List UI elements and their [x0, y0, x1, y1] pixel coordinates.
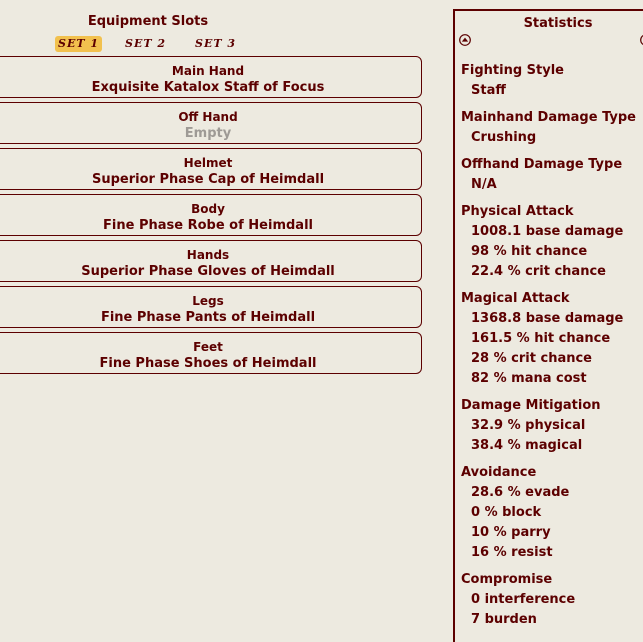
stat-heading: Physical Attack: [461, 204, 574, 219]
statistics-title: Statistics: [523, 16, 593, 31]
slot-main-hand[interactable]: Main Hand Exquisite Katalox Staff of Foc…: [0, 56, 422, 98]
slot-item: Superior Phase Gloves of Heimdall: [81, 264, 335, 279]
stat-value: 7 burden: [471, 612, 537, 627]
slot-item: Fine Phase Pants of Heimdall: [100, 310, 316, 325]
stat-value: 22.4 % crit chance: [471, 264, 606, 279]
slot-name: Body: [191, 202, 225, 216]
stat-value: Staff: [471, 83, 506, 98]
slot-name: Feet: [193, 340, 223, 354]
slot-item: Empty: [184, 126, 232, 141]
stat-value: 1008.1 base damage: [471, 224, 624, 239]
slot-helmet[interactable]: Helmet Superior Phase Cap of Heimdall: [0, 148, 422, 190]
slot-name: Legs: [192, 294, 224, 308]
stat-heading: Compromise: [461, 572, 553, 587]
stat-value: N/A: [471, 177, 497, 192]
stat-value: 28 % crit chance: [471, 351, 592, 366]
stat-value: 10 % parry: [471, 525, 551, 540]
set-tab-1[interactable]: SET 1: [55, 36, 102, 52]
slot-item: Fine Phase Robe of Heimdall: [103, 218, 313, 233]
stat-value: 98 % hit chance: [471, 244, 588, 259]
slot-item: Superior Phase Cap of Heimdall: [91, 172, 325, 187]
stat-value: 0 % block: [471, 505, 542, 520]
set-tab-2[interactable]: SET 2: [122, 36, 169, 52]
slot-name: Main Hand: [171, 64, 245, 78]
stat-heading: Fighting Style: [461, 63, 564, 78]
slot-hands[interactable]: Hands Superior Phase Gloves of Heimdall: [0, 240, 422, 282]
slot-body[interactable]: Body Fine Phase Robe of Heimdall: [0, 194, 422, 236]
slot-item: Fine Phase Shoes of Heimdall: [99, 356, 317, 371]
stat-value: 32.9 % physical: [471, 418, 586, 433]
stat-heading: Mainhand Damage Type: [461, 110, 636, 125]
stat-value: Crushing: [471, 130, 537, 145]
stat-value: 1368.8 base damage: [471, 311, 624, 326]
slot-feet[interactable]: Feet Fine Phase Shoes of Heimdall: [0, 332, 422, 374]
slot-item: Exquisite Katalox Staff of Focus: [91, 80, 325, 95]
stat-value: 16 % resist: [471, 545, 553, 560]
stat-value: 28.6 % evade: [471, 485, 570, 500]
stat-value: 161.5 % hit chance: [471, 331, 611, 346]
stat-value: 38.4 % magical: [471, 438, 583, 453]
equipment-slots-title: Equipment Slots: [87, 14, 209, 29]
slot-name: Hands: [186, 248, 230, 262]
stat-heading: Magical Attack: [461, 291, 570, 306]
slot-name: Helmet: [183, 156, 233, 170]
circle-up-icon[interactable]: [459, 34, 471, 46]
stat-heading: Avoidance: [461, 465, 537, 480]
slot-off-hand[interactable]: Off Hand Empty: [0, 102, 422, 144]
stat-heading: Offhand Damage Type: [461, 157, 623, 172]
statistics-panel: Statistics Fighting Style Staff Mainhand…: [453, 9, 643, 642]
slot-name: Off Hand: [178, 110, 238, 124]
stat-heading: Damage Mitigation: [461, 398, 601, 413]
slot-legs[interactable]: Legs Fine Phase Pants of Heimdall: [0, 286, 422, 328]
stat-value: 0 interference: [471, 592, 576, 607]
stat-value: 82 % mana cost: [471, 371, 587, 386]
set-tab-3[interactable]: SET 3: [192, 36, 239, 52]
